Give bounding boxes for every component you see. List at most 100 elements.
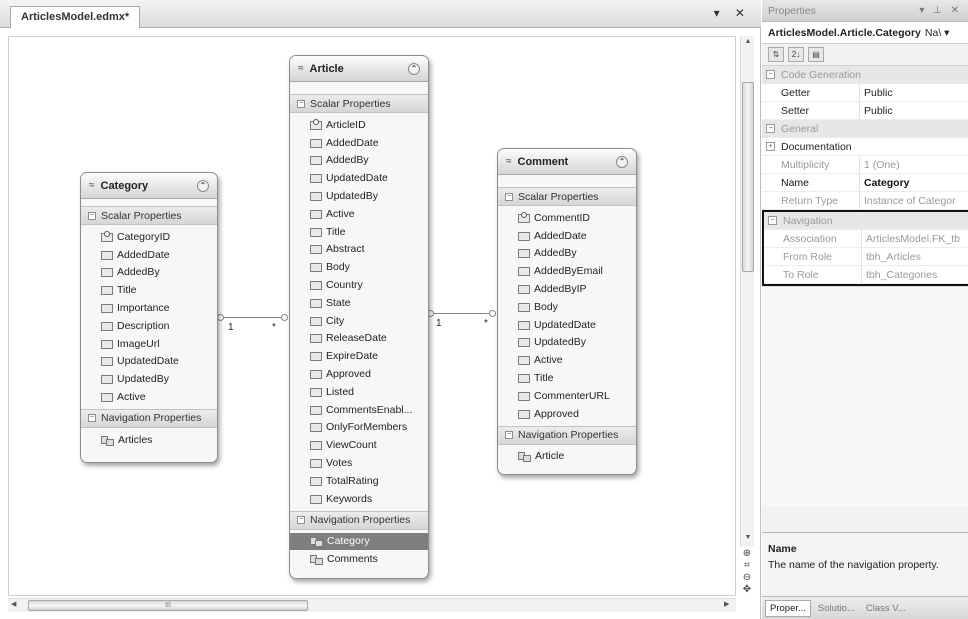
category-general[interactable]: − General: [762, 120, 968, 138]
scroll-right-arrow-icon[interactable]: ▶: [724, 600, 729, 608]
navigation-property-row[interactable]: Article: [498, 448, 636, 466]
scalar-properties-header[interactable]: − Scalar Properties: [498, 187, 636, 206]
scalar-property-row[interactable]: AddedBy: [498, 245, 636, 263]
scalar-property-row[interactable]: AddedBy: [290, 152, 428, 170]
zoom-fit-icon[interactable]: ⌗: [738, 560, 756, 572]
tab-controls[interactable]: ▾ ✕: [714, 6, 751, 20]
scalar-property-row[interactable]: State: [290, 294, 428, 312]
scalar-property-row[interactable]: AddedByEmail: [498, 262, 636, 280]
collapse-toggle-icon[interactable]: −: [297, 99, 305, 108]
scalar-property-row[interactable]: Listed: [290, 383, 428, 401]
scalar-property-row[interactable]: City: [290, 312, 428, 330]
property-value[interactable]: tbh_Categories: [862, 266, 968, 283]
scalar-property-row[interactable]: Title: [290, 223, 428, 241]
scalar-property-row[interactable]: Keywords: [290, 490, 428, 508]
scalar-property-row[interactable]: UpdatedDate: [290, 169, 428, 187]
scalar-property-row[interactable]: AddedDate: [498, 227, 636, 245]
zoom-in-icon[interactable]: ⊕: [738, 548, 756, 560]
scalar-property-row[interactable]: Title: [498, 369, 636, 387]
scalar-property-row[interactable]: TotalRating: [290, 472, 428, 490]
property-row-to-role[interactable]: To Role tbh_Categories: [764, 266, 968, 284]
property-row-setter[interactable]: Setter Public: [762, 102, 968, 120]
alphabetical-icon[interactable]: 2↓: [788, 47, 804, 62]
scalar-properties-header[interactable]: − Scalar Properties: [290, 94, 428, 113]
object-selector[interactable]: ArticlesModel.Article.Category Na\ ▾: [762, 22, 968, 44]
collapse-toggle-icon[interactable]: −: [88, 211, 96, 220]
navigation-property-row[interactable]: Category: [290, 532, 428, 551]
scalar-property-row[interactable]: ReleaseDate: [290, 330, 428, 348]
entity-article[interactable]: ≈ Article ⌃ − Scalar Properties ArticleI…: [289, 55, 429, 579]
pan-icon[interactable]: ✥: [738, 584, 756, 596]
tab-class-view[interactable]: Class V...: [862, 601, 910, 616]
scalar-property-row[interactable]: AddedDate: [81, 246, 217, 264]
navigation-properties-header[interactable]: − Navigation Properties: [290, 510, 428, 530]
property-value[interactable]: Public: [860, 84, 968, 101]
scalar-property-row[interactable]: UpdatedBy: [290, 187, 428, 205]
collapse-toggle-icon[interactable]: −: [297, 516, 305, 525]
scalar-property-row[interactable]: UpdatedDate: [81, 353, 217, 371]
collapse-toggle-icon[interactable]: −: [766, 124, 775, 133]
collapse-toggle-icon[interactable]: −: [505, 192, 513, 201]
category-code-generation[interactable]: − Code Generation: [762, 66, 968, 84]
scalar-property-row[interactable]: AddedByIP: [498, 280, 636, 298]
property-value[interactable]: Instance of Categor: [860, 192, 968, 209]
scalar-property-row[interactable]: ExpireDate: [290, 347, 428, 365]
expand-toggle-icon[interactable]: +: [766, 142, 775, 151]
scalar-property-row[interactable]: CategoryID: [81, 228, 217, 246]
scroll-down-arrow-icon[interactable]: ▼: [741, 534, 755, 541]
property-row-return-type[interactable]: Return Type Instance of Categor: [762, 192, 968, 210]
navigation-properties-header[interactable]: − Navigation Properties: [498, 425, 636, 445]
scalar-property-row[interactable]: ImageUrl: [81, 335, 217, 353]
property-value[interactable]: ArticlesModel.FK_tb: [862, 230, 968, 247]
property-value[interactable]: 1 (One): [860, 156, 968, 173]
panel-controls[interactable]: ▾ ⊥ ✕: [919, 5, 962, 16]
scalar-property-row[interactable]: ArticleID: [290, 116, 428, 134]
scalar-property-row[interactable]: Approved: [498, 405, 636, 423]
property-value[interactable]: Category: [860, 174, 968, 191]
horizontal-scrollbar[interactable]: ◀ III ▶: [8, 598, 736, 612]
scrollbar-thumb[interactable]: III: [28, 600, 308, 611]
collapse-icon[interactable]: ⌃: [197, 179, 209, 192]
collapse-toggle-icon[interactable]: −: [768, 216, 777, 225]
category-documentation[interactable]: + Documentation: [762, 138, 968, 156]
document-tab[interactable]: ArticlesModel.edmx*: [10, 6, 141, 28]
scalar-property-row[interactable]: Importance: [81, 299, 217, 317]
scalar-property-row[interactable]: Active: [290, 205, 428, 223]
vertical-scrollbar[interactable]: ▲ ▼: [740, 36, 754, 546]
scrollbar-thumb[interactable]: [742, 82, 754, 272]
property-value[interactable]: Public: [860, 102, 968, 119]
entity-comment[interactable]: ≈ Comment ⌃ − Scalar Properties CommentI…: [497, 148, 637, 475]
entity-header[interactable]: ≈ Comment ⌃: [498, 149, 636, 175]
property-row-name[interactable]: Name Category: [762, 174, 968, 192]
navigation-property-row[interactable]: Comments: [290, 550, 428, 568]
collapse-icon[interactable]: ⌃: [616, 155, 628, 168]
association-line-category-article[interactable]: [220, 317, 286, 318]
category-navigation[interactable]: − Navigation: [764, 212, 968, 230]
association-line-article-comment[interactable]: [430, 313, 494, 314]
scalar-property-row[interactable]: ViewCount: [290, 436, 428, 454]
navigation-properties-header[interactable]: − Navigation Properties: [81, 408, 217, 428]
property-pages-icon[interactable]: ▤: [808, 47, 824, 62]
scalar-property-row[interactable]: Body: [498, 298, 636, 316]
collapse-toggle-icon[interactable]: −: [88, 414, 96, 423]
tab-properties[interactable]: Proper...: [765, 599, 811, 617]
property-row-association[interactable]: Association ArticlesModel.FK_tb: [764, 230, 968, 248]
scalar-property-row[interactable]: CommenterURL: [498, 387, 636, 405]
scroll-left-arrow-icon[interactable]: ◀: [11, 600, 16, 608]
property-value[interactable]: tbh_Articles: [862, 248, 968, 265]
scalar-property-row[interactable]: AddedBy: [81, 264, 217, 282]
property-row-from-role[interactable]: From Role tbh_Articles: [764, 248, 968, 266]
scalar-property-row[interactable]: UpdatedDate: [498, 316, 636, 334]
scalar-property-row[interactable]: Abstract: [290, 241, 428, 259]
scalar-property-row[interactable]: AddedDate: [290, 134, 428, 152]
property-row-getter[interactable]: Getter Public: [762, 84, 968, 102]
scalar-property-row[interactable]: UpdatedBy: [81, 370, 217, 388]
scalar-property-row[interactable]: OnlyForMembers: [290, 419, 428, 437]
scalar-property-row[interactable]: UpdatedBy: [498, 334, 636, 352]
scalar-property-row[interactable]: Votes: [290, 454, 428, 472]
scalar-property-row[interactable]: Approved: [290, 365, 428, 383]
scalar-properties-header[interactable]: − Scalar Properties: [81, 206, 217, 225]
scalar-property-row[interactable]: Title: [81, 281, 217, 299]
collapse-toggle-icon[interactable]: −: [505, 431, 513, 440]
collapse-toggle-icon[interactable]: −: [766, 70, 775, 79]
